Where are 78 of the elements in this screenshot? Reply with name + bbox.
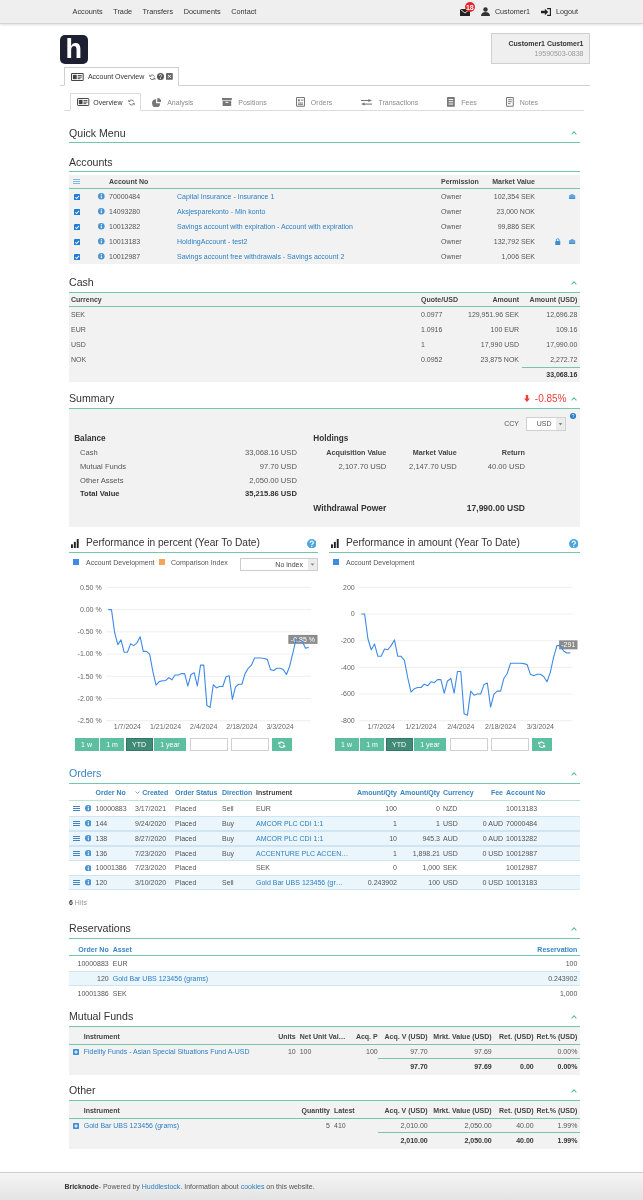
refresh-icon[interactable] [128,98,136,106]
list-document-icon [447,97,456,108]
info-icon[interactable] [84,849,92,857]
briefcase-icon[interactable] [569,194,576,200]
help-icon[interactable] [570,412,576,419]
info-icon[interactable] [98,253,105,261]
archive-box-icon [222,98,233,107]
checkbox[interactable] [73,238,81,245]
withdrawal-value: 17,990.00 USD [466,503,525,513]
user-icon [481,7,491,16]
balance-heading: Balance [74,434,106,444]
pie-chart-icon [151,97,162,107]
chart-title: Performance in percent (Year To Date) [86,538,260,549]
transfer-arrows-icon [361,98,373,106]
id-card-icon [71,72,85,81]
form-icon [295,97,305,108]
logo: h [59,35,89,65]
info-icon[interactable] [84,864,92,872]
section-title: Accounts [69,157,113,168]
refresh-icon[interactable] [149,73,156,81]
holdings-heading: Holdings [313,434,349,444]
list-menu-icon[interactable] [73,179,81,185]
mail-icon[interactable] [459,8,470,16]
refresh-button[interactable] [532,738,553,752]
info-icon[interactable] [84,820,92,827]
info-icon[interactable] [84,835,92,842]
briefcase-icon[interactable] [569,239,576,245]
section-title: Mutual Funds [69,1011,134,1023]
section-title: Quick Menu [69,128,126,139]
id-card-icon [77,98,90,107]
expand-icon[interactable] [73,1048,79,1055]
sort-caret-icon[interactable] [135,791,140,795]
bar-chart-icon [71,538,79,548]
caret-up-icon[interactable] [571,1014,577,1019]
info-icon[interactable] [98,208,105,216]
withdrawal-label: Withdrawal Power [313,503,387,513]
date-input-field[interactable] [491,738,529,752]
section-title: Other [69,1085,96,1097]
info-icon[interactable] [98,223,105,231]
caret-up-icon[interactable] [571,926,577,931]
caret-up-icon[interactable] [571,396,577,401]
date-input-field[interactable] [450,738,488,752]
section-title: Summary [69,393,115,404]
caret-up-icon[interactable] [571,131,577,136]
caret-up-icon[interactable] [571,280,577,285]
change-percent: -0.85% [534,393,567,404]
bar-chart-icon [331,538,339,548]
list-menu-icon[interactable] [72,850,80,856]
section-title: Reservations [69,923,131,934]
dropdown-caret-icon[interactable] [308,558,317,570]
section-title[interactable]: Orders [69,768,102,780]
dropdown-caret-icon[interactable] [555,417,565,430]
checkbox[interactable] [73,223,81,230]
info-icon[interactable] [84,879,92,886]
logout-icon [540,7,551,16]
close-icon[interactable] [165,73,173,81]
info-icon[interactable] [98,238,105,246]
refresh-icon [538,741,546,749]
chart-title: Performance in amount (Year To Date) [346,538,520,549]
list-menu-icon[interactable] [72,806,80,812]
caret-up-icon[interactable] [571,771,577,776]
document-icon [506,97,514,108]
date-input-field[interactable] [231,738,269,752]
refresh-button[interactable] [272,738,293,752]
list-menu-icon[interactable] [72,821,80,826]
checkbox[interactable] [73,208,81,215]
date-input-field[interactable] [190,738,228,752]
list-menu-icon[interactable] [72,880,80,886]
caret-up-icon[interactable] [571,1088,577,1093]
info-icon[interactable] [98,193,105,201]
expand-icon[interactable] [73,1122,79,1129]
section-title: Cash [69,277,94,288]
checkbox[interactable] [73,253,81,260]
refresh-icon [278,741,286,749]
help-icon[interactable] [156,73,164,81]
info-icon[interactable] [84,805,92,812]
checkbox[interactable] [73,193,81,200]
list-menu-icon[interactable] [72,835,80,841]
